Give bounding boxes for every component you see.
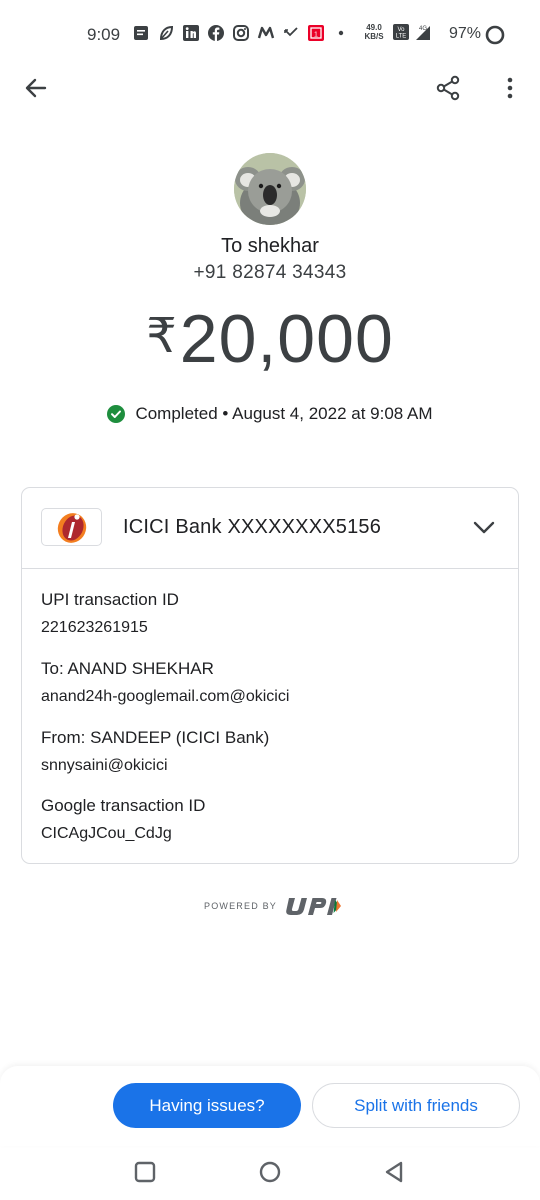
svg-text:LTE: LTE (396, 34, 407, 40)
status-separator: • (222, 404, 229, 423)
svg-text:4G: 4G (419, 26, 427, 32)
bank-account-row[interactable]: ICICI Bank XXXXXXXX5156 (22, 488, 518, 569)
koala-avatar-image (234, 153, 306, 225)
recents-square-icon[interactable] (133, 1160, 157, 1184)
detail-label: Google transaction ID (41, 796, 206, 815)
powered-by-upi: POWERED BY (204, 895, 342, 917)
transaction-amount: ₹20,000 (0, 300, 540, 378)
svg-text:Vo: Vo (397, 27, 405, 33)
volte-icon: VoLTE (393, 24, 409, 40)
battery-icon (485, 25, 505, 45)
oneplus-icon: 1 (307, 24, 325, 42)
detail-label: To: ANAND SHEKHAR (41, 659, 214, 678)
svg-text:1: 1 (314, 32, 318, 39)
dot-icon (332, 24, 350, 42)
status-text: Completed • August 4, 2022 at 9:08 AM (135, 404, 432, 424)
battery-text: 97% (449, 25, 482, 42)
powered-by-text: POWERED BY (204, 901, 278, 911)
split-with-friends-button[interactable]: Split with friends (312, 1083, 520, 1128)
status-label: Completed (135, 404, 218, 423)
transaction-datetime: August 4, 2022 at 9:08 AM (232, 404, 433, 423)
linkedin-icon (182, 24, 200, 42)
home-circle-icon[interactable] (258, 1160, 282, 1184)
currency-symbol: ₹ (146, 310, 178, 363)
more-options-button[interactable] (496, 74, 524, 102)
to-account-item: To: ANAND SHEKHAR anand24h-googlemail.co… (41, 659, 289, 706)
detail-value: CICAgJCou_CdJg (41, 825, 172, 842)
recipient-avatar (234, 153, 306, 225)
more-vert-icon (507, 77, 513, 99)
system-nav-bar (0, 1146, 540, 1200)
upi-logo-icon (286, 898, 342, 915)
missed-call-icon (282, 24, 300, 42)
arrow-left-icon (25, 78, 47, 98)
leaf-icon (157, 24, 175, 42)
recipient-name: To shekhar (221, 235, 319, 257)
app-bar (0, 68, 540, 108)
upi-transaction-id-item: UPI transaction ID 221623261915 (41, 590, 179, 637)
transaction-status: Completed • August 4, 2022 at 9:08 AM (0, 404, 540, 424)
having-issues-button[interactable]: Having issues? (113, 1083, 301, 1128)
net-speed: 49.0 KB/S (362, 23, 386, 41)
net-speed-value: 49.0 (366, 23, 382, 32)
share-icon (436, 75, 460, 101)
chevron-down-icon[interactable] (470, 516, 498, 540)
recipient-phone: +91 82874 34343 (193, 262, 347, 283)
facebook-icon (207, 24, 225, 42)
detail-value: anand24h-googlemail.com@okicici (41, 688, 290, 705)
icici-logo-icon (41, 508, 102, 546)
net-speed-unit: KB/S (364, 32, 384, 41)
google-transaction-id-item: Google transaction ID CICAgJCou_CdJg (41, 796, 205, 843)
amount-value: 20,000 (179, 301, 394, 377)
bank-account-name: ICICI Bank XXXXXXXX5156 (123, 516, 382, 538)
signal-icon: 4G (416, 26, 430, 40)
status-time: 9:09 (87, 25, 121, 44)
share-button[interactable] (434, 74, 462, 102)
status-bar: 9:09 1 49.0 KB/S Vo LTE 4G 97% (0, 0, 540, 68)
instagram-icon (232, 24, 250, 42)
detail-label: From: SANDEEP (ICICI Bank) (41, 728, 270, 747)
detail-value: 221623261915 (41, 619, 148, 636)
transaction-details-card: ICICI Bank XXXXXXXX5156 UPI transaction … (21, 487, 519, 864)
detail-label: UPI transaction ID (41, 590, 179, 609)
status-system-icons: 49.0 KB/S Vo LTE 4G (362, 22, 433, 42)
back-triangle-icon[interactable] (382, 1160, 406, 1184)
back-button[interactable] (22, 74, 50, 102)
check-circle-icon (107, 405, 126, 423)
notification-icons: 1 (132, 24, 350, 42)
myntra-icon (257, 24, 275, 42)
message-icon (132, 24, 150, 42)
detail-value: snnysaini@okicici (41, 757, 168, 774)
from-account-item: From: SANDEEP (ICICI Bank) snnysaini@oki… (41, 728, 269, 775)
